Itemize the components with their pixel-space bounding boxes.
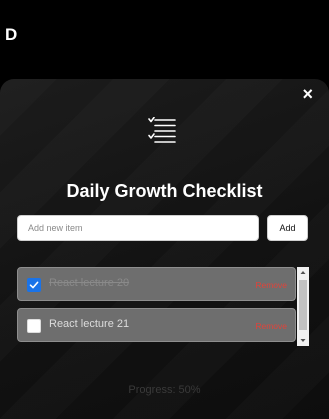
page-title: Daily Growth Checklist [66, 181, 263, 201]
item-checkbox[interactable] [27, 319, 41, 333]
item-label: React lecture 20 [49, 277, 130, 289]
checklist-icon [148, 117, 176, 143]
list-item: React lecture 20 Remove [17, 267, 296, 301]
scroll-down-icon[interactable] [297, 335, 309, 346]
scroll-up-icon[interactable] [297, 267, 309, 278]
new-item-input[interactable] [17, 215, 259, 241]
checklist-modal: × Daily Growth Checklist Add React lectu… [0, 79, 329, 419]
list-scrollbar[interactable] [297, 267, 309, 346]
scrollbar-thumb[interactable] [299, 280, 307, 330]
item-checkbox[interactable] [27, 278, 41, 292]
app-initial: D [5, 25, 18, 44]
close-icon[interactable]: × [302, 85, 313, 103]
checkmark-icon [29, 281, 39, 289]
item-label: React lecture 21 [49, 318, 130, 330]
checklist-items: React lecture 20 Remove React lecture 21… [16, 266, 310, 346]
progress-text: Progress: 50% [128, 384, 201, 396]
remove-button[interactable]: Remove [255, 280, 287, 290]
list-item: React lecture 21 Remove [17, 308, 296, 342]
remove-button[interactable]: Remove [255, 321, 287, 331]
add-item-button[interactable]: Add [267, 215, 308, 241]
